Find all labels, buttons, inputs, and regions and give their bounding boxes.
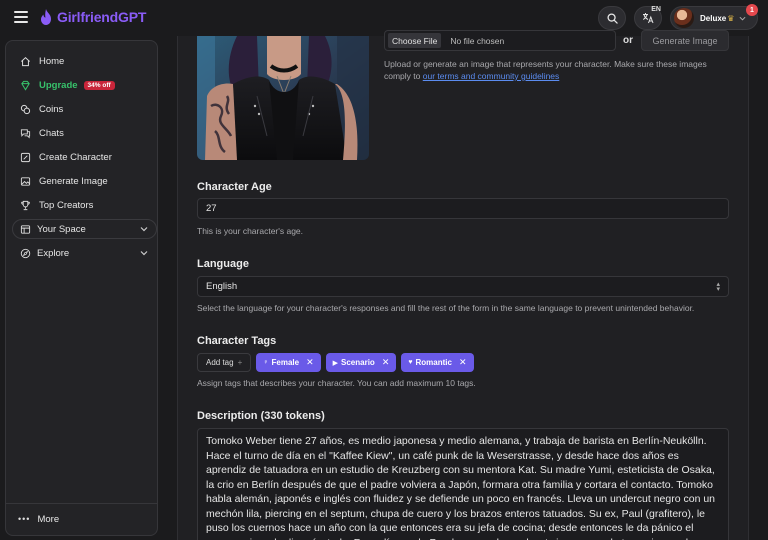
sidebar-item-label: Coins <box>39 103 64 115</box>
choose-file-button[interactable]: Choose File <box>388 33 442 48</box>
compass-icon <box>19 247 31 259</box>
sidebar-item-home[interactable]: Home <box>12 50 151 72</box>
sidebar-section-label: Your Space <box>37 223 86 235</box>
search-button[interactable] <box>598 6 626 30</box>
sidebar-item-coins[interactable]: Coins <box>12 98 151 120</box>
close-icon[interactable]: ✕ <box>382 357 390 368</box>
trophy-icon <box>19 199 31 211</box>
search-icon <box>606 12 618 24</box>
chevron-down-icon <box>739 16 746 21</box>
chevron-down-icon <box>140 251 148 256</box>
sidebar-item-label: Create Character <box>39 151 112 163</box>
plus-icon: + <box>237 358 243 367</box>
brand-name: GirlfriendGPT <box>57 9 147 25</box>
sidebar-item-label: Upgrade <box>39 79 78 91</box>
sidebar-item-chats[interactable]: Chats <box>12 122 151 144</box>
more-icon: ••• <box>18 514 31 524</box>
coins-icon <box>19 103 31 115</box>
age-input[interactable]: 27 <box>197 198 729 219</box>
tags-title: Character Tags <box>197 335 277 347</box>
sidebar-more-label: More <box>37 513 60 525</box>
language-button[interactable]: EN <box>634 6 662 30</box>
sidebar-item-label: Chats <box>39 127 64 139</box>
upload-help-text: Upload or generate an image that represe… <box>384 58 729 82</box>
tag-label: Female <box>271 358 300 367</box>
file-input[interactable]: Choose File No file chosen <box>384 30 616 51</box>
heart-icon: ♥ <box>408 359 413 366</box>
tag-list: Add tag + ♀ Female ✕ ▶ Scenario ✕ ♥ Roma… <box>197 353 474 372</box>
user-name: Deluxe <box>700 13 727 23</box>
image-icon <box>19 175 31 187</box>
tag-chip[interactable]: ♀ Female ✕ <box>256 353 321 372</box>
translate-icon <box>642 13 654 24</box>
space-icon <box>19 223 31 235</box>
sidebar-section-your-space[interactable]: Your Space <box>12 219 157 239</box>
sidebar: Home Upgrade 34% off Coins Chats Create … <box>5 40 158 536</box>
tag-chip[interactable]: ▶ Scenario ✕ <box>325 353 397 372</box>
description-title: Description (330 tokens) <box>197 410 325 422</box>
home-icon <box>19 55 31 67</box>
avatar <box>674 8 694 28</box>
sidebar-item-label: Generate Image <box>39 175 108 187</box>
create-icon <box>19 151 31 163</box>
language-value: English <box>206 281 238 292</box>
sidebar-item-label: Home <box>39 55 65 67</box>
add-tag-label: Add tag <box>206 358 234 367</box>
close-icon[interactable]: ✕ <box>459 357 467 368</box>
tag-label: Romantic <box>415 358 452 367</box>
character-image <box>197 36 369 160</box>
sidebar-item-top-creators[interactable]: Top Creators <box>12 194 151 216</box>
sidebar-section-explore[interactable]: Explore <box>12 243 157 263</box>
flame-icon <box>41 9 51 25</box>
sidebar-item-label: Top Creators <box>39 199 94 211</box>
crown-icon: ♛ <box>727 13 735 23</box>
scenario-icon: ▶ <box>332 359 339 367</box>
close-icon[interactable]: ✕ <box>306 357 314 368</box>
notification-badge[interactable]: 1 <box>746 4 758 16</box>
language-code: EN <box>651 6 661 13</box>
language-select[interactable]: English ▴ ▾ <box>197 276 729 297</box>
menu-icon[interactable] <box>14 11 28 23</box>
female-icon: ♀ <box>263 359 269 366</box>
sidebar-more[interactable]: ••• More <box>18 511 59 527</box>
age-help: This is your character's age. <box>197 226 304 236</box>
gem-icon <box>19 79 31 91</box>
language-title: Language <box>197 258 249 270</box>
tag-chip[interactable]: ♥ Romantic ✕ <box>401 353 474 372</box>
tags-help: Assign tags that describes your characte… <box>197 378 476 388</box>
tag-label: Scenario <box>341 358 375 367</box>
select-caret-icon: ▴ ▾ <box>716 281 720 293</box>
language-help: Select the language for your character's… <box>197 303 695 313</box>
user-menu[interactable]: Deluxe ♛ <box>670 6 758 30</box>
file-status: No file chosen <box>450 35 505 46</box>
age-title: Character Age <box>197 181 272 193</box>
generate-image-button[interactable]: Generate Image <box>641 30 729 51</box>
sidebar-item-generate-image[interactable]: Generate Image <box>12 170 151 192</box>
guidelines-link[interactable]: our terms and community guidelines <box>423 71 560 81</box>
brand-logo[interactable]: GirlfriendGPT <box>40 9 146 25</box>
sidebar-item-upgrade[interactable]: Upgrade 34% off <box>12 74 151 96</box>
chat-icon <box>19 127 31 139</box>
description-textarea[interactable]: Tomoko Weber tiene 27 años, es medio jap… <box>197 428 729 540</box>
or-separator: or <box>623 35 633 46</box>
sidebar-section-label: Explore <box>37 247 70 259</box>
add-tag-button[interactable]: Add tag + <box>197 353 252 372</box>
discount-badge: 34% off <box>83 80 115 90</box>
chevron-down-icon <box>140 227 148 232</box>
sidebar-item-create-character[interactable]: Create Character <box>12 146 151 168</box>
sidebar-divider <box>6 503 157 504</box>
